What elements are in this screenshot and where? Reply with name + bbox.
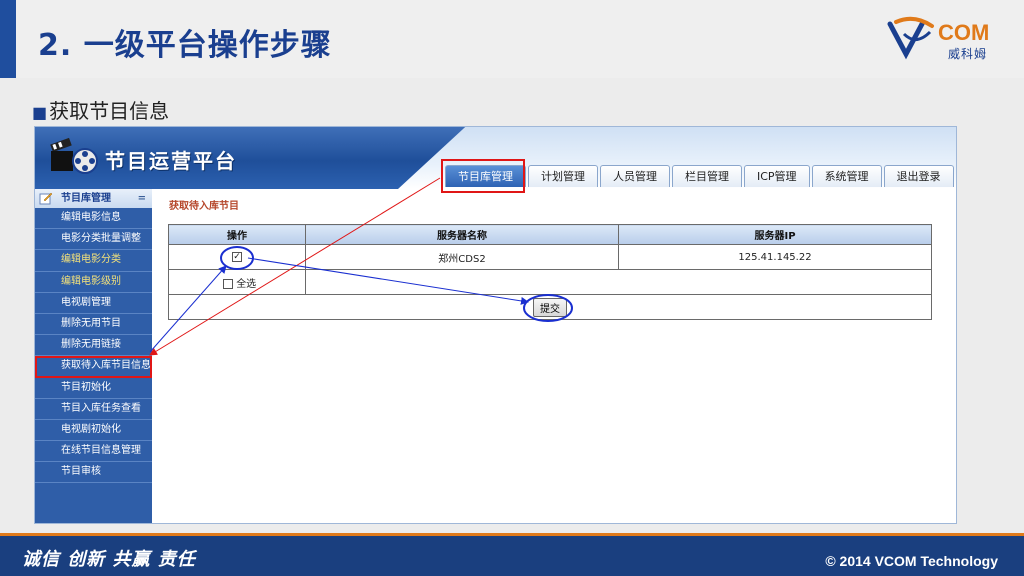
tab-personnel[interactable]: 人员管理	[600, 165, 670, 187]
tab-columns[interactable]: 栏目管理	[672, 165, 742, 187]
sidebar-item-tv-init[interactable]: 电视剧初始化	[35, 420, 152, 442]
tab-schedule[interactable]: 计划管理	[528, 165, 598, 187]
table-header-row: 操作 服务器名称 服务器IP	[168, 224, 932, 245]
footer-slogan: 诚信 创新 共赢 责任	[22, 549, 196, 570]
sidebar-item-delete-unused-links[interactable]: 删除无用链接	[35, 335, 152, 357]
sidebar-header-label: 节目库管理	[61, 193, 111, 204]
film-reel-icon	[50, 137, 98, 174]
submit-cell: 提交	[168, 294, 932, 320]
pencil-icon	[39, 192, 53, 205]
bullet-heading: ■ 获取节目信息	[32, 95, 169, 124]
server-name-cell: 郑州CDS2	[305, 244, 619, 270]
select-all-checkbox[interactable]	[223, 278, 233, 289]
slide-footer: 诚信 创新 共赢 责任 © 2014 VCOM Technology	[0, 533, 1024, 576]
sidebar-item-online-programs[interactable]: 在线节目信息管理	[35, 441, 152, 463]
footer-copyright: © 2014 VCOM Technology	[825, 553, 998, 569]
header-accent-bar	[0, 0, 16, 78]
tab-logout[interactable]: 退出登录	[883, 165, 954, 187]
sidebar-item-tv-series[interactable]: 电视剧管理	[35, 293, 152, 314]
tab-highlight-box	[441, 159, 525, 193]
tab-system[interactable]: 系统管理	[811, 165, 882, 187]
sidebar-item-import-tasks[interactable]: 节目入库任务查看	[35, 399, 152, 420]
sidebar-item-get-pending-programs[interactable]: 获取待入库节目信息	[35, 356, 152, 378]
row-checkbox[interactable]: ✓	[232, 251, 242, 262]
bullet-heading-text: 获取节目信息	[49, 99, 170, 123]
sidebar-item-batch-category[interactable]: 电影分类批量调整	[35, 229, 152, 251]
submit-button[interactable]: 提交	[533, 297, 567, 317]
server-table: 操作 服务器名称 服务器IP ✓ 郑州CDS2 125.41.145.22 全选	[168, 224, 932, 320]
sidebar: 节目库管理 = 编辑电影信息 电影分类批量调整 编辑电影分类 编辑电影级别 电视…	[35, 189, 152, 523]
sidebar-item-program-init[interactable]: 节目初始化	[35, 378, 152, 399]
bullet-square-icon: ■	[32, 103, 48, 122]
server-ip-cell: 125.41.145.22	[618, 244, 932, 270]
collapse-icon[interactable]: =	[138, 189, 146, 208]
app-window: 节目运营平台 节目库管理 计划管理 人员管理 栏目管理 ICP管理 系统管理 退…	[34, 126, 957, 524]
row-action-cell: ✓	[168, 244, 306, 270]
content-title: 获取待入库节目	[169, 201, 239, 212]
vcom-logo: COM 威科姆	[886, 16, 1006, 64]
slide-header: 2. 一级平台操作步骤 COM 威科姆	[0, 0, 1024, 78]
select-all-row: 全选	[168, 269, 932, 295]
tab-icp[interactable]: ICP管理	[744, 165, 810, 187]
select-all-cell: 全选	[168, 269, 306, 295]
submit-row: 提交	[168, 294, 932, 320]
app-title: 节目运营平台	[105, 149, 237, 173]
sidebar-item-program-review[interactable]: 节目审核	[35, 462, 152, 484]
logo-text: COM	[938, 20, 990, 45]
logo-subtext: 威科姆	[948, 47, 988, 61]
column-header-action: 操作	[168, 224, 306, 245]
table-row: ✓ 郑州CDS2 125.41.145.22	[168, 244, 932, 270]
select-all-label: 全选	[236, 278, 257, 290]
vcom-logo-icon	[887, 16, 934, 60]
sidebar-item-delete-unused-programs[interactable]: 删除无用节目	[35, 314, 152, 336]
column-header-server-ip: 服务器IP	[618, 224, 932, 245]
empty-cell	[305, 269, 932, 295]
sidebar-item-edit-movie-info[interactable]: 编辑电影信息	[35, 208, 152, 230]
slide-title: 2. 一级平台操作步骤	[38, 28, 332, 63]
sidebar-item-edit-movie-level[interactable]: 编辑电影级别	[35, 272, 152, 293]
column-header-server-name: 服务器名称	[305, 224, 619, 245]
sidebar-header[interactable]: 节目库管理 =	[35, 189, 152, 208]
sidebar-item-edit-movie-category[interactable]: 编辑电影分类	[35, 250, 152, 272]
